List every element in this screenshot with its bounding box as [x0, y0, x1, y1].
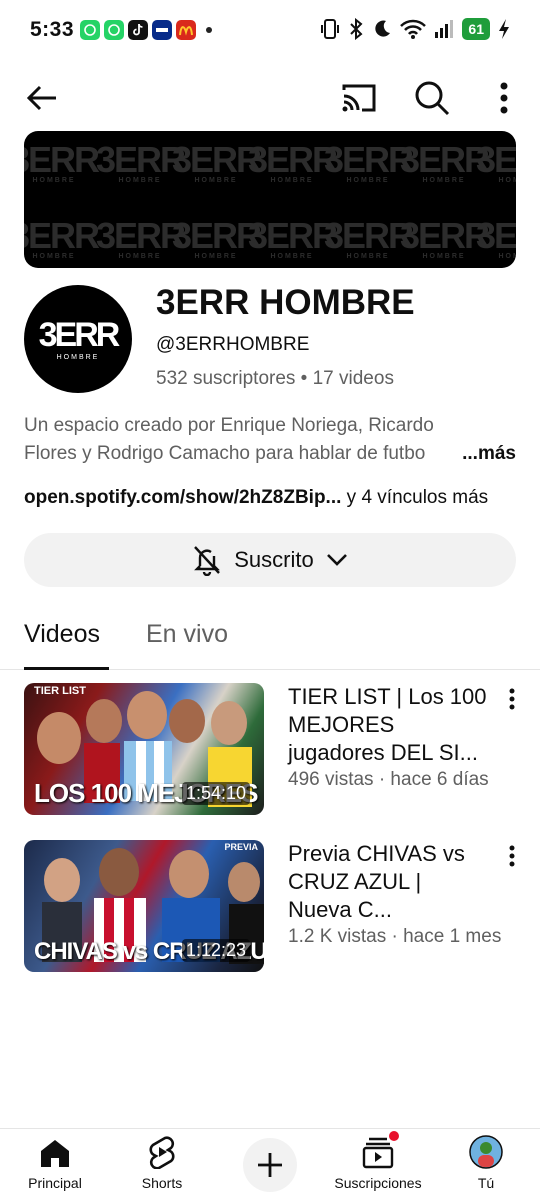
search-icon[interactable] [412, 78, 452, 118]
bottom-navigation: Principal Shorts Suscripciones Tú [0, 1128, 540, 1199]
tiktok-icon [128, 20, 148, 40]
banner-logo-tile: 3ERRHOMBRE [172, 215, 262, 260]
banner-logo-tile: 3ERRHOMBRE [96, 215, 186, 260]
nav-suscripciones[interactable]: Suscripciones [323, 1129, 433, 1199]
active-tab-indicator [24, 667, 109, 670]
whatsapp-business-icon [104, 20, 124, 40]
back-arrow-icon[interactable] [24, 80, 60, 116]
create-icon [258, 1153, 282, 1177]
chevron-down-icon [326, 554, 347, 566]
video-duration: 1:54:10 [181, 782, 250, 805]
channel-handle: @3ERRHOMBRE [156, 334, 310, 355]
video-title[interactable]: TIER LIST | Los 100 MEJORES jugadores DE… [288, 683, 488, 767]
dnd-moon-icon [375, 20, 391, 37]
nav-tu[interactable]: Tú [431, 1129, 540, 1199]
vibrate-icon [321, 19, 340, 39]
banner-logo-tile: 3ERRHOMBRE [400, 139, 490, 184]
notification-icons [80, 20, 212, 40]
cast-icon[interactable] [340, 80, 378, 116]
subscribed-button[interactable]: Suscrito [24, 533, 516, 587]
tab-live[interactable]: En vivo [146, 620, 228, 649]
nav-label: Shorts [141, 1175, 183, 1191]
create-button[interactable] [243, 1138, 297, 1192]
banner-logo-tile: 3ERRHOMBRE [24, 139, 100, 184]
video-item[interactable]: TIER LIST LOS 100 MEJORES 1:54:10 TIER L… [24, 683, 516, 815]
description-line-2: Flores y Rodrigo Camacho para hablar de … [24, 443, 426, 464]
channel-links[interactable]: open.spotify.com/show/2hZ8ZBip... y 4 ví… [24, 487, 488, 509]
video-item[interactable]: PREVIA CHIVAS vs CRUZ AZUL 1:12:23 Previ… [24, 840, 516, 972]
nav-label: Suscripciones [334, 1175, 422, 1191]
notification-dot [389, 1131, 399, 1141]
more-vert-icon[interactable] [488, 80, 520, 116]
avatar-logo-text: 3ERR [38, 315, 121, 354]
description-more-link[interactable]: ...más [462, 440, 516, 468]
banner-logo-tile: 3ERRHOMBRE [324, 215, 414, 260]
wifi-icon [400, 19, 427, 39]
avatar-icon [469, 1135, 503, 1169]
signal-icon [435, 20, 454, 38]
nav-label: Principal [28, 1175, 82, 1191]
video-thumbnail[interactable]: TIER LIST LOS 100 MEJORES 1:54:10 [24, 683, 264, 815]
whatsapp-icon [80, 20, 100, 40]
subscribed-label: Suscrito [234, 547, 314, 572]
channel-description[interactable]: Un espacio creado por Enrique Noriega, R… [24, 412, 516, 468]
avatar-logo-sub: HOMBRE [56, 353, 100, 361]
channel-name: 3ERR HOMBRE [156, 283, 415, 322]
banner-logo-tile: 3ERRHOMBRE [324, 139, 414, 184]
thumbnail-tag: PREVIA [224, 842, 258, 852]
shorts-icon [149, 1136, 175, 1169]
video-more-icon[interactable] [506, 687, 518, 711]
banner-logo-tile: 3ERRHOMBRE [172, 139, 262, 184]
channel-tabs: Videos En vivo [0, 602, 540, 670]
tab-videos[interactable]: Videos [24, 620, 100, 649]
top-app-bar [0, 72, 540, 122]
video-duration: 1:12:23 [181, 939, 250, 962]
charging-icon [499, 19, 509, 39]
channel-avatar[interactable]: 3ERR HOMBRE [24, 285, 132, 393]
status-time: 5:33 [30, 18, 75, 41]
video-meta: 496 vistas · hace 6 días [288, 769, 489, 790]
video-meta: 1.2 K vistas · hace 1 mes [288, 926, 502, 947]
channel-stats: 532 suscriptores • 17 videos [156, 368, 394, 389]
mcdonalds-icon [176, 20, 196, 40]
banner-logo-tile: 3ERRHOMBRE [24, 215, 100, 260]
status-bar: 5:33 61 [0, 0, 540, 62]
subscriptions-icon [362, 1137, 394, 1169]
thumbnail-tag: TIER LIST [34, 685, 86, 697]
system-icons: 61 [320, 18, 510, 40]
description-line-2-row: Flores y Rodrigo Camacho para hablar de … [24, 440, 516, 468]
video-thumbnail[interactable]: PREVIA CHIVAS vs CRUZ AZUL 1:12:23 [24, 840, 264, 972]
channel-banner: 3ERRHOMBRE 3ERRHOMBRE 3ERRHOMBRE 3ERRHOM… [24, 131, 516, 268]
banner-logo-tile: 3ERRHOMBRE [400, 215, 490, 260]
notifications-off-icon [194, 546, 221, 576]
video-more-icon[interactable] [506, 844, 518, 868]
description-line-1: Un espacio creado por Enrique Noriega, R… [24, 415, 434, 436]
channel-link[interactable]: open.spotify.com/show/2hZ8ZBip... [24, 487, 341, 508]
bank-app-icon [152, 20, 172, 40]
more-links-text[interactable]: y 4 vínculos más [341, 487, 489, 508]
more-notifications-dot [206, 27, 212, 33]
banner-logo-tile: 3ERRHOMBRE [476, 139, 516, 184]
banner-logo-tile: 3ERRHOMBRE [248, 139, 338, 184]
banner-logo-tile: 3ERRHOMBRE [248, 215, 338, 260]
banner-logo-tile: 3ERRHOMBRE [476, 215, 516, 260]
home-icon [41, 1140, 69, 1167]
banner-logo-tile: 3ERRHOMBRE [96, 139, 186, 184]
video-title[interactable]: Previa CHIVAS vs CRUZ AZUL | Nueva C... [288, 840, 488, 924]
nav-label: Tú [477, 1175, 495, 1191]
nav-principal[interactable]: Principal [0, 1129, 110, 1199]
bluetooth-icon [350, 18, 363, 40]
battery-indicator: 61 [462, 18, 490, 40]
nav-shorts[interactable]: Shorts [107, 1129, 217, 1199]
